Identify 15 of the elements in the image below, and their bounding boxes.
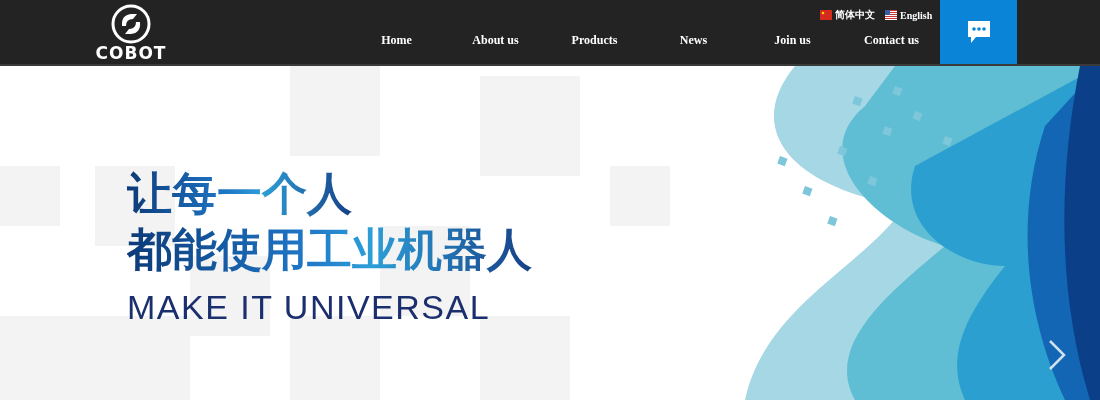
china-flag-icon	[820, 10, 832, 20]
language-link[interactable]: 简体中文	[820, 8, 875, 22]
nav-link[interactable]: Contact us	[842, 33, 941, 48]
us-flag-icon	[885, 10, 897, 20]
logo-icon	[111, 4, 151, 44]
slogan: MAKE IT UNIVERSAL	[127, 288, 492, 327]
language-link[interactable]: English	[885, 8, 933, 22]
nav-link[interactable]: About us	[446, 33, 545, 48]
nav-link[interactable]: Home	[347, 33, 446, 48]
chat-button[interactable]	[940, 0, 1017, 64]
chat-bubble-icon	[965, 19, 992, 45]
nav-link[interactable]: News	[644, 33, 743, 48]
logo-text: COBOT	[95, 44, 167, 62]
nav-link[interactable]: Join us	[743, 33, 842, 48]
nav-link[interactable]: Products	[545, 33, 644, 48]
